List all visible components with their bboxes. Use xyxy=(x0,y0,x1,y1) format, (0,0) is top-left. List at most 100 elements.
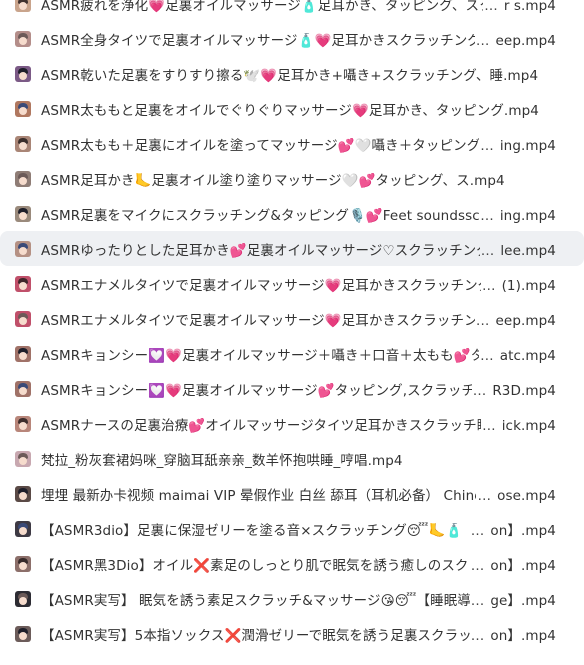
file-name-tail: on】.mp4 xyxy=(490,627,556,644)
file-name-ellipsis: … xyxy=(470,522,485,539)
file-name: 【ASMR黑3Dio】オイル❌素足のしっとり肌で眠気を誘う癒しのスクラッ… on】… xyxy=(41,554,556,574)
video-thumbnail-icon xyxy=(15,30,31,47)
file-name-tail: lee.mp4 xyxy=(500,242,556,259)
file-name-ellipsis: … xyxy=(481,277,496,294)
file-name: 【ASMR実写】5本指ソックス❌潤滑ゼリーで眠気を誘う足裏スクラッチ… on】.m… xyxy=(41,624,556,644)
file-name-tail: ing.mp4 xyxy=(499,137,556,154)
file-name: ASMR乾いた足裏をすりすり擦る🕊️💗足耳かき+囁き+スクラッチング、睡.mp4 xyxy=(41,64,556,84)
file-name-head: ASMRエナメルタイツで足裏オイルマッサージ💗足耳かきスクラッチングタ xyxy=(41,277,481,294)
video-thumbnail-icon xyxy=(15,625,31,642)
file-name: ASMRエナメルタイツで足裏オイルマッサージ💗足耳かきスクラッチングタ… eep.… xyxy=(41,309,556,329)
video-thumbnail-icon xyxy=(15,590,31,607)
file-name-tail: on】.mp4 xyxy=(490,557,556,574)
file-name: ASMR全身タイツで足裏オイルマッサージ🧴💗足耳かきスクラッチングタ… eep.m… xyxy=(41,29,556,49)
video-thumbnail-icon xyxy=(15,275,31,292)
file-row[interactable]: 埋埋 最新办卡视频 maimai VIP 晕假作业 白丝 舔耳（耳机必备） Ch… xyxy=(0,476,584,511)
video-thumbnail-icon xyxy=(15,485,31,502)
file-row[interactable]: ASMR足裏をマイクにスクラッチング&タッピング🎙️💕Feet soundssc… xyxy=(0,196,584,231)
file-row[interactable]: 【ASMR3dio】足裏に保湿ゼリーを塗る音×スクラッチング😴🦶🧴【睡… on】.… xyxy=(0,511,584,546)
video-thumbnail-icon xyxy=(15,0,31,12)
file-name-ellipsis: … xyxy=(475,32,490,49)
file-name: ASMRナースの足裏治療💕オイルマッサージタイツ足耳かきスクラッチ睡眠… ick.… xyxy=(41,414,556,434)
file-name-head: 【ASMR実写】5本指ソックス❌潤滑ゼリーで眠気を誘う足裏スクラッチ xyxy=(41,627,470,644)
file-name-tail: atc.mp4 xyxy=(499,347,556,364)
file-name: ASMR太ももと足裏をオイルでぐりぐりマッサージ💗足耳かき、タッピング.mp4 xyxy=(41,99,556,119)
file-name-tail: ose.mp4 xyxy=(497,487,556,504)
file-name-ellipsis: … xyxy=(484,0,498,14)
file-row[interactable]: ASMR疲れを浄化💗足裏オイルマッサージ🧴足耳かき、タッピング、スクラ… r s.… xyxy=(0,0,584,21)
video-thumbnail-icon xyxy=(15,310,31,327)
file-name: ASMRキョンシー💟💗足裏オイルマッサージ＋囁き＋口音＋太もも💕タッ… atc.m… xyxy=(41,344,556,364)
file-row[interactable]: ASMR全身タイツで足裏オイルマッサージ🧴💗足耳かきスクラッチングタ… eep.m… xyxy=(0,21,584,56)
file-row[interactable]: ASMR乾いた足裏をすりすり擦る🕊️💗足耳かき+囁き+スクラッチング、睡.mp4 xyxy=(0,56,584,91)
file-name: ASMR足裏をマイクにスクラッチング&タッピング🎙️💕Feet soundssc… xyxy=(41,204,556,224)
file-name-head: 【ASMR黑3Dio】オイル❌素足のしっとり肌で眠気を誘う癒しのスクラッ xyxy=(41,557,470,574)
file-row[interactable]: 【ASMR黑3Dio】オイル❌素足のしっとり肌で眠気を誘う癒しのスクラッ… on】… xyxy=(0,546,584,581)
file-name: ASMR太もも＋足裏にオイルを塗ってマッサージ💕🤍囁き＋タッピング＋… ing.m… xyxy=(41,134,556,154)
file-name-tail: ing.mp4 xyxy=(499,207,556,224)
file-name-tail: (1).mp4 xyxy=(501,277,556,294)
file-name-tail: eep.mp4 xyxy=(495,312,556,329)
file-name: ASMRキョンシー💟💗足裏オイルマッサージ💕タッピング,スクラッチン… R3D.m… xyxy=(41,379,556,399)
file-name-tail: ge】.mp4 xyxy=(490,592,556,609)
file-name-ellipsis: … xyxy=(470,592,485,609)
file-name: 梵拉_粉灰套裙妈咪_穿脑耳舐亲亲_数羊怀抱哄睡_哼唱.mp4 xyxy=(41,449,556,469)
file-row[interactable]: ASMRキョンシー💟💗足裏オイルマッサージ＋囁き＋口音＋太もも💕タッ… atc.m… xyxy=(0,336,584,371)
file-list: ASMR疲れを浄化💗足裏オイルマッサージ🧴足耳かき、タッピング、スクラ… r s.… xyxy=(0,0,584,651)
file-name: 埋埋 最新办卡视频 maimai VIP 晕假作业 白丝 舔耳（耳机必备） Ch… xyxy=(41,484,556,504)
file-row[interactable]: 【ASMR実写】5本指ソックス❌潤滑ゼリーで眠気を誘う足裏スクラッチ… on】.m… xyxy=(0,616,584,651)
file-row[interactable]: 梵拉_粉灰套裙妈咪_穿脑耳舐亲亲_数羊怀抱哄睡_哼唱.mp4 xyxy=(0,441,584,476)
file-name: 【ASMR実写】 眠気を誘う素足スクラッチ&マッサージ😘😴【睡眠導入ti… ge】… xyxy=(41,589,556,609)
video-thumbnail-icon xyxy=(15,345,31,362)
file-name-head: ASMR足裏をマイクにスクラッチング&タッピング🎙️💕Feet soundssc… xyxy=(41,207,480,224)
file-name-ellipsis: … xyxy=(472,382,487,399)
file-name-head: 埋埋 最新办卡视频 maimai VIP 晕假作业 白丝 舔耳（耳机必备） Ch… xyxy=(41,487,477,504)
file-name-head: ASMRゆったりとした足耳かき💕足裏オイルマッサージ♡スクラッチング、 xyxy=(41,242,480,259)
file-name-ellipsis: … xyxy=(480,207,494,224)
file-row[interactable]: ASMR太もも＋足裏にオイルを塗ってマッサージ💕🤍囁き＋タッピング＋… ing.m… xyxy=(0,126,584,161)
file-name-head: ASMR疲れを浄化💗足裏オイルマッサージ🧴足耳かき、タッピング、スクラ xyxy=(41,0,484,14)
video-thumbnail-icon xyxy=(15,205,31,222)
file-row[interactable]: ASMRキョンシー💟💗足裏オイルマッサージ💕タッピング,スクラッチン… R3D.m… xyxy=(0,371,584,406)
file-name-head: ASMRエナメルタイツで足裏オイルマッサージ💗足耳かきスクラッチングタ xyxy=(41,312,475,329)
file-name: ASMRゆったりとした足耳かき💕足裏オイルマッサージ♡スクラッチング、… lee.… xyxy=(41,239,556,259)
file-row[interactable]: ASMRゆったりとした足耳かき💕足裏オイルマッサージ♡スクラッチング、… lee.… xyxy=(0,231,584,266)
file-name-tail: on】.mp4 xyxy=(490,522,556,539)
file-name-ellipsis: … xyxy=(480,242,495,259)
file-name-tail: r s.mp4 xyxy=(503,0,556,14)
video-thumbnail-icon xyxy=(15,65,31,82)
file-row[interactable]: ASMR足耳かき🦶足裏オイル塗り塗りマッサージ🤍💕タッピング、ス.mp4 xyxy=(0,161,584,196)
video-thumbnail-icon xyxy=(15,450,31,467)
file-name: 【ASMR3dio】足裏に保湿ゼリーを塗る音×スクラッチング😴🦶🧴【睡… on】.… xyxy=(41,519,556,539)
file-row[interactable]: ASMRナースの足裏治療💕オイルマッサージタイツ足耳かきスクラッチ睡眠… ick.… xyxy=(0,406,584,441)
file-row[interactable]: ASMRエナメルタイツで足裏オイルマッサージ💗足耳かきスクラッチングタ… (1).… xyxy=(0,266,584,301)
file-row[interactable]: ASMR太ももと足裏をオイルでぐりぐりマッサージ💗足耳かき、タッピング.mp4 xyxy=(0,91,584,126)
video-thumbnail-icon xyxy=(15,135,31,152)
file-name-head: 【ASMR3dio】足裏に保湿ゼリーを塗る音×スクラッチング😴🦶🧴【睡 xyxy=(41,522,470,539)
file-name-ellipsis: … xyxy=(470,557,485,574)
video-thumbnail-icon xyxy=(15,240,31,257)
file-name: ASMR足耳かき🦶足裏オイル塗り塗りマッサージ🤍💕タッピング、ス.mp4 xyxy=(41,169,556,189)
file-row[interactable]: 【ASMR実写】 眠気を誘う素足スクラッチ&マッサージ😘😴【睡眠導入ti… ge】… xyxy=(0,581,584,616)
file-name-head: ASMR足耳かき🦶足裏オイル塗り塗りマッサージ🤍💕タッピング、ス.mp4 xyxy=(41,172,505,189)
file-name-tail: ick.mp4 xyxy=(501,417,556,434)
file-name-head: 【ASMR実写】 眠気を誘う素足スクラッチ&マッサージ😘😴【睡眠導入ti xyxy=(41,592,470,609)
file-name-head: 梵拉_粉灰套裙妈咪_穿脑耳舐亲亲_数羊怀抱哄睡_哼唱.mp4 xyxy=(41,452,403,469)
video-thumbnail-icon xyxy=(15,170,31,187)
file-name-head: ASMR太もも＋足裏にオイルを塗ってマッサージ💕🤍囁き＋タッピング＋ xyxy=(41,137,480,154)
file-name-ellipsis: … xyxy=(480,347,494,364)
video-thumbnail-icon xyxy=(15,380,31,397)
file-name-head: ASMRナースの足裏治療💕オイルマッサージタイツ足耳かきスクラッチ睡眠 xyxy=(41,417,482,434)
file-name: ASMRエナメルタイツで足裏オイルマッサージ💗足耳かきスクラッチングタ… (1).… xyxy=(41,274,556,294)
file-row[interactable]: ASMRエナメルタイツで足裏オイルマッサージ💗足耳かきスクラッチングタ… eep.… xyxy=(0,301,584,336)
file-name-ellipsis: … xyxy=(475,312,490,329)
file-name-tail: R3D.mp4 xyxy=(492,382,556,399)
video-thumbnail-icon xyxy=(15,415,31,432)
file-name-tail: eep.mp4 xyxy=(495,32,556,49)
video-thumbnail-icon xyxy=(15,520,31,537)
video-thumbnail-icon xyxy=(15,555,31,572)
file-name-head: ASMRキョンシー💟💗足裏オイルマッサージ💕タッピング,スクラッチン xyxy=(41,382,472,399)
file-name-head: ASMR太ももと足裏をオイルでぐりぐりマッサージ💗足耳かき、タッピング.mp4 xyxy=(41,102,539,119)
file-name-ellipsis: … xyxy=(477,487,492,504)
file-name-ellipsis: … xyxy=(482,417,496,434)
